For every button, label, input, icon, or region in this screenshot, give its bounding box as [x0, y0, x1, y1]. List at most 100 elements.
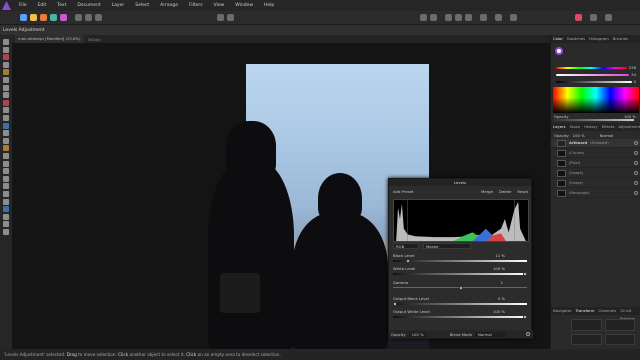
layer-row[interactable]: (Rectangle) [551, 189, 640, 198]
node-tool-icon[interactable] [3, 213, 9, 220]
view-tool-icon[interactable] [3, 46, 9, 53]
snap-icon[interactable] [510, 14, 517, 21]
tab-brushes[interactable]: Brushes [613, 35, 628, 43]
add-preset-button[interactable]: Add Preset [393, 189, 413, 194]
order-back-icon[interactable] [420, 14, 427, 21]
move-tool-icon[interactable] [3, 39, 9, 45]
menu-text[interactable]: Text [52, 3, 72, 8]
layer-visibility-icon[interactable] [634, 141, 638, 145]
footer-settings-icon[interactable] [526, 332, 530, 336]
layer-row[interactable]: Artboard (Artboard) [551, 139, 640, 148]
transform-y-field[interactable] [571, 333, 602, 345]
menu-help[interactable]: Help [259, 3, 280, 8]
rotate-tool-icon[interactable] [95, 14, 102, 21]
saturation-slider[interactable]: 34 [556, 72, 636, 77]
gamma-slider[interactable] [393, 286, 527, 290]
freehand-select-tool-icon[interactable] [3, 84, 9, 91]
layer-visibility-icon[interactable] [634, 151, 638, 155]
assistant-icon[interactable] [480, 14, 487, 21]
align-icon[interactable] [445, 14, 452, 21]
persona-tone-map-icon[interactable] [50, 14, 57, 21]
document-tab[interactable]: man.afdesign [Modified] (23.8%) [15, 35, 84, 43]
persona-develop-icon[interactable] [40, 14, 47, 21]
boolean-icon[interactable] [465, 14, 472, 21]
delete-button[interactable]: Delete [499, 189, 511, 194]
view-mode-icon[interactable] [590, 14, 597, 21]
white-level-slider[interactable] [393, 272, 527, 276]
paint-brush-tool-icon[interactable] [3, 99, 9, 106]
transform-w-field[interactable] [604, 319, 635, 331]
tab-navigator[interactable]: Navigator [553, 307, 572, 315]
tab-color[interactable]: Color [553, 35, 563, 43]
layer-visibility-icon[interactable] [634, 161, 638, 165]
menu-select[interactable]: Select [130, 3, 155, 8]
output-black-level-slider[interactable] [393, 302, 527, 306]
tab-transform[interactable]: Transform [576, 307, 595, 315]
menu-document[interactable]: Document [72, 3, 106, 8]
layer-visibility-icon[interactable] [634, 171, 638, 175]
layer-row[interactable]: (Curves) [551, 149, 640, 158]
layer-visibility-icon[interactable] [634, 191, 638, 195]
layers-opacity-value[interactable]: 100 % [573, 133, 585, 138]
shape-tool-icon[interactable] [3, 221, 9, 228]
mode-icon[interactable] [227, 14, 234, 21]
red-eye-tool-icon[interactable] [3, 175, 9, 182]
footer-opacity-value[interactable]: 100 % [408, 331, 427, 337]
distribute-icon[interactable] [455, 14, 462, 21]
menu-filters[interactable]: Filters [184, 3, 209, 8]
gradient-tool-icon[interactable] [3, 122, 9, 129]
persona-liquify-icon[interactable] [30, 14, 37, 21]
clone-brush-tool-icon[interactable] [3, 145, 9, 152]
layers-blend-mode[interactable]: Normal [600, 133, 614, 138]
output-white-level-value[interactable]: 100 % [493, 309, 505, 314]
text-tool-icon[interactable] [3, 229, 9, 235]
tab-channels[interactable]: Channels [598, 307, 616, 315]
tab-history[interactable]: History [584, 123, 598, 131]
layer-row[interactable]: (Image) [551, 169, 640, 178]
view-tool-icon[interactable] [75, 14, 82, 21]
flood-fill-tool-icon[interactable] [3, 115, 9, 121]
black-level-slider[interactable] [393, 259, 527, 263]
layer-row[interactable]: (Pixel) [551, 159, 640, 168]
tab-swatches[interactable]: Swatches [567, 35, 585, 43]
snapping-icon[interactable] [217, 14, 224, 21]
tab-histogram[interactable]: Histogram [589, 35, 609, 43]
transform-h-field[interactable] [604, 333, 635, 345]
menu-layer[interactable]: Layer [107, 3, 131, 8]
healing-brush-tool-icon[interactable] [3, 153, 9, 159]
tab-stock[interactable]: Stock [570, 123, 581, 131]
white-level-value[interactable]: 100 % [493, 266, 505, 271]
reset-button[interactable]: Reset [517, 189, 528, 194]
layer-visibility-icon[interactable] [634, 181, 638, 185]
channel-select[interactable]: RGB [393, 243, 419, 249]
order-front-icon[interactable] [430, 14, 437, 21]
crop-tool-icon[interactable] [3, 54, 9, 61]
tab-32bit-preview[interactable]: 32-bit Preview [620, 307, 640, 321]
menu-edit[interactable]: Edit [33, 3, 53, 8]
persona-photo-icon[interactable] [20, 14, 27, 21]
output-black-level-value[interactable]: 0 % [498, 296, 505, 301]
lightness-slider[interactable]: 0 [556, 79, 636, 84]
blur-brush-tool-icon[interactable] [3, 191, 9, 197]
burn-brush-tool-icon[interactable] [3, 137, 9, 144]
menu-view[interactable]: View [209, 3, 231, 8]
persona-export-icon[interactable] [60, 14, 67, 21]
selection-brush-tool-icon[interactable] [3, 61, 9, 68]
mode-select[interactable]: Master [423, 243, 471, 249]
color-swatch-icon[interactable] [575, 14, 582, 21]
blemish-tool-icon[interactable] [3, 168, 9, 175]
gamma-value[interactable]: 1 [501, 280, 503, 285]
pen-tool-icon[interactable] [3, 206, 9, 213]
erase-brush-tool-icon[interactable] [3, 107, 9, 114]
sharpen-brush-tool-icon[interactable] [3, 198, 9, 205]
color-picker-tool-icon[interactable] [3, 92, 9, 99]
tab-adjustment[interactable]: Adjustment [619, 123, 640, 131]
hue-slider[interactable]: 238 [556, 65, 636, 70]
tab-effects[interactable]: Effects [602, 123, 615, 131]
dodge-brush-tool-icon[interactable] [3, 130, 9, 137]
tab-layers[interactable]: Layers [553, 123, 566, 131]
move-tool-icon[interactable] [85, 14, 92, 21]
color-spectrum[interactable] [553, 87, 639, 113]
patch-tool-icon[interactable] [3, 160, 9, 167]
footer-blend-value[interactable]: Normal [475, 331, 506, 337]
